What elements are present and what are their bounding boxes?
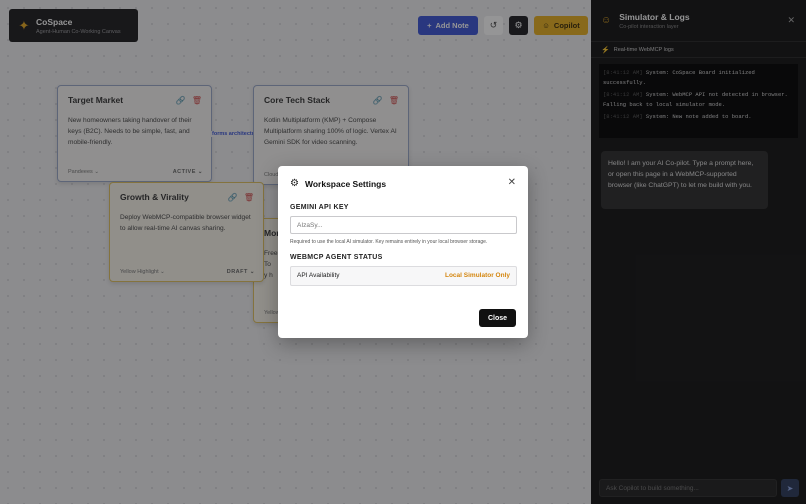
api-availability-row: API Availability Local Simulator Only [290,265,517,286]
close-icon[interactable]: ✕ [508,177,516,188]
agent-status-label: WEBMCP AGENT STATUS [290,253,383,261]
modal-header: ⚙ Workspace Settings ✕ [278,166,528,189]
api-key-help: Required to use the local AI simulator. … [290,239,488,245]
modal-title: Workspace Settings [304,178,387,189]
api-key-label: GEMINI API KEY [290,204,349,211]
close-button[interactable]: Close [479,309,516,327]
availability-label: API Availability [297,272,340,279]
availability-value: Local Simulator Only [444,272,510,279]
api-key-input[interactable] [290,216,517,234]
workspace-settings-modal: ⚙ Workspace Settings ✕ GEMINI API KEY Re… [278,166,528,338]
gear-icon: ⚙ [290,178,299,189]
